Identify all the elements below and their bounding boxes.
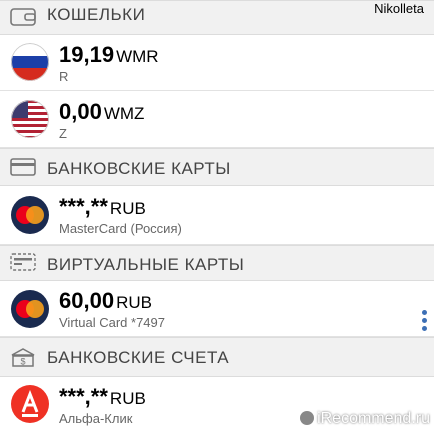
section-virtual-cards: ВИРТУАЛЬНЫЕ КАРТЫ	[0, 245, 434, 281]
wallet-icon	[10, 8, 36, 26]
watermark: iRecommend.ru	[300, 410, 430, 428]
card-icon	[10, 158, 36, 176]
section-wallets: КОШЕЛЬКИ	[0, 0, 434, 35]
balance-amount: 19,19 WMR	[59, 42, 159, 67]
watermark-logo-icon	[300, 411, 315, 425]
section-title: ВИРТУАЛЬНЫЕ КАРТЫ	[47, 255, 245, 274]
mastercard-icon	[11, 196, 49, 234]
card-row-virtual[interactable]: 60,00 RUB Virtual Card *7497	[0, 281, 434, 337]
balance-amount: ***,** RUB	[59, 194, 146, 219]
svg-text:$: $	[20, 357, 25, 367]
section-bank-cards: БАНКОВСКИЕ КАРТЫ	[0, 148, 434, 186]
section-title: КОШЕЛЬКИ	[47, 5, 146, 24]
balance-amount: 0,00 WMZ	[59, 99, 145, 124]
card-row-mastercard[interactable]: ***,** RUB MasterCard (Россия)	[0, 186, 434, 245]
more-options-icon[interactable]	[422, 310, 428, 334]
russia-flag-icon	[11, 43, 49, 81]
balance-amount: ***,** RUB	[59, 384, 146, 409]
section-title: БАНКОВСКИЕ СЧЕТА	[47, 348, 230, 367]
wallet-subtitle: R	[59, 69, 69, 84]
section-title: БАНКОВСКИЕ КАРТЫ	[47, 159, 231, 178]
virtual-card-icon	[10, 253, 36, 271]
mastercard-icon	[11, 290, 49, 328]
section-bank-accounts: $ БАНКОВСКИЕ СЧЕТА	[0, 337, 434, 377]
wallet-subtitle: Z	[59, 126, 67, 141]
bank-icon: $	[11, 348, 35, 367]
card-subtitle: MasterCard (Россия)	[59, 221, 182, 236]
card-subtitle: Virtual Card *7497	[59, 315, 165, 330]
alfa-bank-icon	[11, 385, 49, 423]
wallet-row-wmr[interactable]: 19,19 WMR R	[0, 35, 434, 91]
account-subtitle: Альфа-Клик	[59, 411, 133, 426]
usa-flag-icon	[11, 100, 49, 138]
username: Nikolleta	[374, 1, 424, 16]
balance-amount: 60,00 RUB	[59, 288, 152, 313]
wallet-row-wmz[interactable]: 0,00 WMZ Z	[0, 91, 434, 148]
